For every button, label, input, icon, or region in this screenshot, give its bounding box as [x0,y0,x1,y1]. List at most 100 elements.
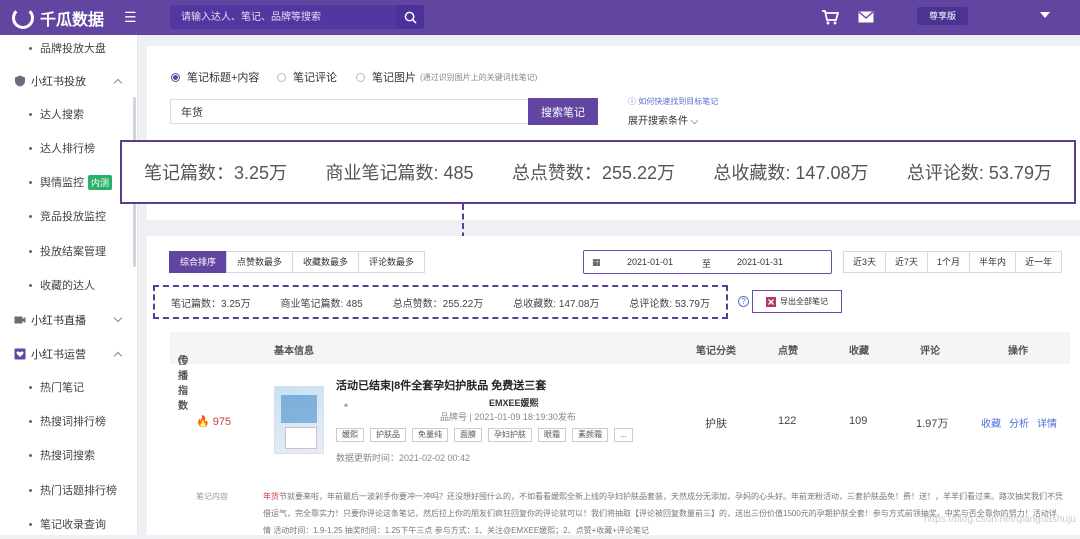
note-comments: 1.97万 [916,418,949,430]
search-notes-button[interactable]: 搜索笔记 [528,98,598,125]
sidebar-item-campaign-close[interactable]: 投放结案管理 [0,241,138,261]
sidebar-item-label: 小红书投放 [31,76,86,88]
chevron-down-icon: ⌵ [690,116,699,127]
detail-link[interactable]: 详情 [1037,415,1057,430]
option-images[interactable]: 笔记图片 (通过识别图片上的关键词找笔记) [356,69,537,85]
video-icon [14,316,26,324]
range-half-year[interactable]: 半年内 [969,251,1017,273]
radio-icon [171,72,180,82]
stat-comments: 总评论数: 53.79万 [629,298,710,310]
sidebar-group-xhs-ops[interactable]: 小红书运营 [0,344,138,364]
tag[interactable]: 面膜 [454,428,482,442]
header-likes[interactable]: 点赞 [778,342,798,357]
spread-index: 🔥 975 [196,415,231,428]
note-favorites: 109 [849,415,868,427]
brand-logo-icon: ❋ [343,403,349,409]
option-label: 笔记图片 [372,72,416,84]
tag[interactable]: 眼霜 [538,428,566,442]
sidebar-group-xhs-ads[interactable]: 小红书投放 [0,71,138,91]
mail-icon[interactable] [858,11,874,23]
sidebar-item-hot-search[interactable]: 热搜词搜索 [0,445,138,465]
sidebar-item-hot-notes[interactable]: 热门笔记 [0,377,138,397]
range-3-days[interactable]: 近3天 [843,251,887,273]
tag[interactable]: 孕妇护肤 [488,428,532,442]
stat-favorites: 总收藏数: 147.08万 [713,163,869,183]
option-comments[interactable]: 笔记评论 [277,69,337,85]
bullet-icon [29,453,32,457]
stat-business-notes: 商业笔记篇数: 485 [280,298,363,310]
help-icon: ⓘ [628,97,639,106]
radio-icon [277,72,286,82]
brand-logo[interactable]: 千瓜数据 [12,6,104,30]
brand-name: 千瓜数据 [40,12,105,29]
cart-icon[interactable] [821,10,839,25]
sidebar-item-hot-words[interactable]: 热搜词排行榜 [0,411,138,431]
tag[interactable]: 素颜霜 [572,428,608,442]
note-likes: 122 [778,415,797,427]
top-bar: 千瓜数据 ☰ 尊享版 [0,0,1080,35]
tag-more[interactable]: ... [614,428,633,442]
note-title[interactable]: 活动已结束|8件全套孕妇护肤品 免费送三套 [336,377,546,393]
excel-icon [766,296,776,307]
radio-icon [356,72,365,82]
account-dropdown-icon[interactable] [1040,12,1050,18]
header-favorites[interactable]: 收藏 [849,342,869,357]
stat-likes: 总点赞数：255.22万 [392,298,484,310]
search-icon [404,11,417,24]
tab-sort-favorites[interactable]: 收藏数最多 [292,251,360,273]
sidebar-item-label: 热搜词排行榜 [40,416,106,428]
date-range-picker[interactable]: ▦ 2021-01-01 至 2021-01-31 [583,250,832,274]
note-meta: 品牌号 | 2021-01-09 18:19:30发布 [440,412,576,422]
export-notes-button[interactable]: 导出全部笔记 [752,290,842,313]
stat-notes: 笔记篇数：3.25万 [171,298,251,310]
howto-link-label: 如何快速找到目标笔记 [638,97,719,106]
tag[interactable]: 媛熙 [336,428,364,442]
logo-icon [12,7,34,29]
sidebar-item-brand-dashboard[interactable]: 品牌投放大盘 [0,38,138,58]
sidebar-item-label: 热门笔记 [40,382,84,394]
stat-likes: 总点赞数：255.22万 [511,163,675,183]
tab-sort-likes[interactable]: 点赞数最多 [226,251,294,273]
tag[interactable]: 护肤品 [370,428,406,442]
option-title-content[interactable]: 笔记标题+内容 [171,69,259,85]
sidebar-item-competitor[interactable]: 竞品投放监控 [0,206,138,226]
expand-filters[interactable]: 展开搜索条件 ⌵ [628,112,698,127]
sidebar-item-kol-search[interactable]: 达人搜索 [0,104,138,124]
sidebar-item-saved-kols[interactable]: 收藏的达人 [0,275,138,295]
stats-summary-row: 笔记篇数：3.25万 商业笔记篇数: 485 总点赞数：255.22万 总收藏数… [153,285,728,319]
bullet-icon [29,419,32,423]
sidebar-item-label: 舆情监控 [40,177,84,189]
note-thumbnail[interactable] [274,386,324,454]
header-comments[interactable]: 评论 [920,342,940,357]
note-author[interactable]: EMXEE媛熙 [489,396,539,409]
header-basic: 基本信息 [274,346,314,357]
howto-link[interactable]: ⓘ 如何快速找到目标笔记 [628,96,718,107]
keyword-input[interactable] [170,99,528,124]
chevron-down-icon [113,313,123,323]
stat-comments: 总评论数: 53.79万 [906,163,1052,183]
bullet-icon [29,283,32,287]
tag[interactable]: 免量纯 [412,428,448,442]
range-7-days[interactable]: 近7天 [885,251,929,273]
help-icon[interactable]: ? [738,296,749,307]
global-search-input[interactable] [170,5,396,29]
sidebar-group-xhs-live[interactable]: 小红书直播 [0,310,138,330]
sidebar-item-hot-topics[interactable]: 热门话题排行榜 [0,480,138,500]
range-1-year[interactable]: 近一年 [1015,251,1063,273]
sidebar-item-kol-ranking[interactable]: 达人排行榜 [0,138,138,158]
favorite-link[interactable]: 收藏 [981,415,1001,430]
stat-favorites: 总收藏数: 147.08万 [513,298,600,310]
table-header: ⓘ 传播指数 基本信息 笔记分类 点赞 收藏 评论 操作 [170,332,1070,412]
search-button[interactable] [396,5,424,29]
range-1-month[interactable]: 1个月 [927,251,971,273]
sidebar-item-note-lookup[interactable]: 笔记收录查询 [0,514,138,534]
menu-toggle-icon[interactable]: ☰ [124,9,137,26]
plan-badge[interactable]: 尊享版 [917,7,968,25]
bullet-icon [29,180,32,184]
sidebar-item-sentiment[interactable]: 舆情监控 内测 [0,172,138,192]
tab-sort-default[interactable]: 综合排序 [169,251,228,273]
tab-sort-comments[interactable]: 评论数最多 [358,251,426,273]
analyze-link[interactable]: 分析 [1009,415,1029,430]
sidebar-item-label: 投放结案管理 [40,246,106,258]
option-hint: (通过识别图片上的关键词找笔记) [420,72,538,82]
